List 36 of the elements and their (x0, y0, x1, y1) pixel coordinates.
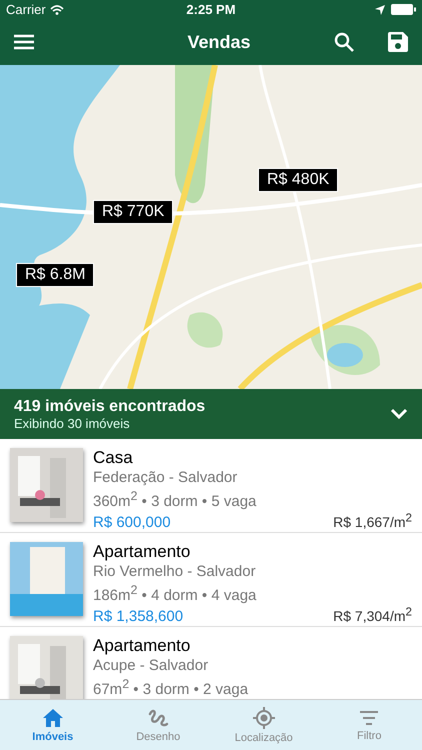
squiggle-icon (147, 708, 170, 728)
results-count: 419 imóveis encontrados (14, 398, 206, 416)
menu-button[interactable] (14, 34, 34, 50)
home-icon (42, 708, 64, 728)
locate-icon (252, 706, 275, 728)
carrier-label: Carrier (6, 2, 46, 17)
location-arrow-icon (375, 4, 385, 14)
listing-location: Acupe - Salvador (93, 656, 210, 675)
price-marker[interactable]: R$ 770K (93, 200, 174, 224)
price-marker[interactable]: R$ 6.8M (16, 263, 94, 287)
listing-details: 360m$^{2}$ • 3 dorm • 5 vaga (93, 488, 258, 511)
save-button[interactable] (388, 32, 408, 52)
listing-details: 186m$^{2}$ • 4 dorm • 4 vaga (93, 582, 258, 605)
wifi-icon (50, 4, 64, 14)
listing-price: R$ 600,000 (93, 514, 171, 531)
status-time: 2:25 PM (186, 2, 236, 17)
filter-icon (358, 708, 380, 726)
listing-location: Rio Vermelho - Salvador (93, 562, 257, 581)
price-marker[interactable]: R$ 480K (258, 168, 338, 192)
listing-type: Casa (93, 448, 134, 468)
tab-item[interactable]: Filtro (316, 700, 422, 750)
listing-type: Apartamento (93, 636, 192, 656)
price-per-area: R$ 7,304/m$^{2}$ (333, 605, 412, 624)
tab-item[interactable]: Imóveis (0, 700, 106, 750)
results-subtitle: Exibindo 30 imóveis (14, 416, 131, 430)
tab-item[interactable]: Desenho (106, 700, 211, 750)
expand-button[interactable] (390, 408, 408, 420)
battery-icon (391, 4, 416, 15)
price-per-area: R$ 1,667/m$^{2}$ (333, 511, 412, 530)
search-button[interactable] (334, 32, 354, 52)
listing-details: 67m$^{2}$ • 3 dorm • 2 vaga (93, 676, 250, 699)
listing-price: R$ 1,358,600 (93, 608, 184, 625)
nav-title: Vendas (186, 32, 252, 52)
listing-type: Apartamento (93, 542, 192, 562)
tab-item[interactable]: Localização (211, 700, 316, 750)
listing-location: Federação - Salvador (93, 468, 238, 487)
